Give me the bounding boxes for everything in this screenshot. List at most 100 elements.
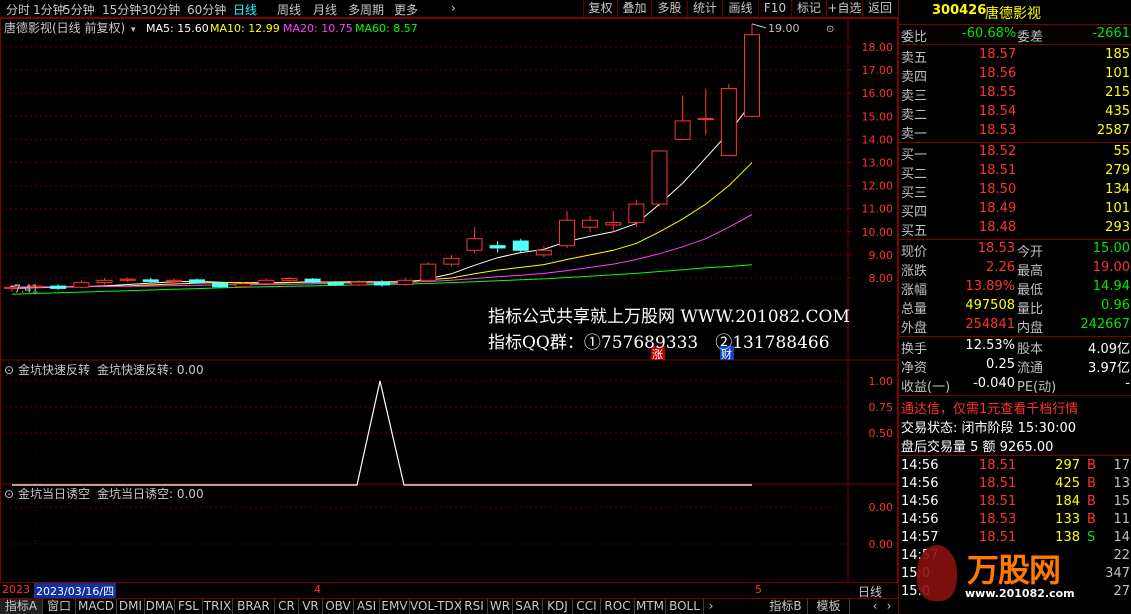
toolbar-button-4[interactable]: 画线 — [722, 0, 758, 17]
indicator-tab-12[interactable]: EMV — [380, 599, 410, 614]
indicator-tab-16[interactable]: SAR — [513, 599, 543, 614]
indicator-tab-0[interactable]: 指标A — [0, 599, 43, 614]
candle-body — [605, 222, 622, 226]
tick-direction: B — [1087, 494, 1096, 509]
candle — [720, 83, 737, 157]
indicator-tab-2[interactable]: MACD — [76, 599, 117, 614]
indicator-tab-1[interactable]: 窗口 — [43, 599, 76, 614]
logo-text: 万股网 — [967, 551, 1061, 589]
toolbar-button-2[interactable]: 多股 — [651, 0, 687, 17]
bid-price: 18.50 — [979, 182, 1017, 197]
date-bar: 2023 2023/03/16/四 4 5 日线 — [0, 583, 898, 599]
bid-price: 18.48 — [979, 220, 1017, 235]
stat-value: 2.26 — [986, 260, 1015, 275]
candle — [582, 215, 599, 232]
weibi-value: -60.68% — [962, 26, 1017, 41]
indicator-tab-4[interactable]: DMA — [145, 599, 175, 614]
ask-volume: 2587 — [1096, 123, 1130, 138]
bid-label: 买二 — [901, 167, 928, 182]
candle-body — [165, 279, 182, 282]
period-2[interactable]: 5分钟 — [63, 1, 95, 18]
period-8[interactable]: 月线 — [313, 1, 337, 18]
toolbar-button-1[interactable]: 叠加 — [617, 0, 651, 17]
candle-body — [535, 249, 552, 256]
candle-body — [212, 282, 229, 288]
tick-price: 18.51 — [979, 458, 1017, 473]
indicator-tab-11[interactable]: ASI — [354, 599, 380, 614]
weicha-label: 委差 — [1017, 30, 1044, 45]
toolbar-button-5[interactable]: F10 — [758, 0, 791, 17]
chart-area[interactable]: 18.00 17.00 16.00 15.00 14.00 13.00 12.00 11.00… — [0, 18, 898, 583]
period-4[interactable]: 30分钟 — [141, 1, 180, 18]
ytick-label-5: 13.00 — [862, 157, 894, 170]
stat-value: 19.00 — [1092, 260, 1130, 275]
ask-label: 卖三 — [901, 89, 928, 104]
toolbar-button-7[interactable]: +自选 — [826, 0, 862, 17]
indicator-tab-17[interactable]: KDJ — [543, 599, 573, 614]
template-tab[interactable]: 模板 — [808, 599, 850, 614]
indicator-tab-9[interactable]: VR — [299, 599, 323, 614]
indicator-tab-10[interactable]: OBV — [323, 599, 354, 614]
sub1-title: ⊙ — [4, 363, 14, 377]
period-0[interactable]: 分时 — [6, 1, 30, 18]
indicator-tab-21[interactable]: BOLL — [666, 599, 704, 614]
ma5-line — [11, 102, 753, 289]
candle — [73, 280, 90, 289]
more-arrow-icon[interactable]: › — [451, 1, 456, 15]
tabs-scroll-arrow-icon[interactable]: › — [704, 599, 718, 614]
candle-body — [96, 279, 113, 284]
indicator-tab-18[interactable]: CCI — [573, 599, 601, 614]
period-5[interactable]: 60分钟 — [187, 1, 226, 18]
stat-label: 量比 — [1017, 302, 1044, 317]
watermark-line1: 指标公式共享就上万股网 WWW.201082.COM — [488, 307, 850, 327]
kline-chart[interactable]: 18.00 17.00 16.00 15.00 14.00 13.00 12.00 11.00… — [0, 18, 898, 583]
scroll-left-icon[interactable]: ‹ — [868, 599, 882, 614]
tick-row: 14:56 18.53 133 B 11 — [899, 511, 1131, 529]
toolbar-button-0[interactable]: 复权 — [583, 0, 617, 17]
ma-label-3: MA60: 8.57 — [355, 22, 418, 35]
sub1-name: 金坑快速反转 — [18, 362, 90, 377]
indicator-tab-13[interactable]: VOL-TDX — [410, 599, 462, 614]
indicator-tab-7[interactable]: BRAR — [233, 599, 275, 614]
divider — [899, 395, 1131, 396]
stat-label: 最低 — [1017, 283, 1044, 298]
tick-count: 13 — [1113, 476, 1130, 491]
toolbar-button-3[interactable]: 统计 — [687, 0, 722, 17]
ask-volume: 101 — [1105, 66, 1130, 81]
stat-value: 15.00 — [1092, 241, 1130, 256]
promo-row[interactable]: 通达信，仅需1元查看千档行情 — [899, 397, 1131, 417]
stat-row: 总量 497508 量比 0.96 — [899, 297, 1131, 317]
period-10[interactable]: 更多 — [394, 1, 418, 18]
indicator-tab-14[interactable]: RSI — [461, 599, 488, 614]
period-9[interactable]: 多周期 — [348, 1, 384, 18]
indicator-tab-6[interactable]: TRIX — [203, 599, 233, 614]
indicator-tab-5[interactable]: FSL — [175, 599, 203, 614]
bid-volume: 293 — [1105, 220, 1130, 235]
indicator-tab-8[interactable]: CR — [275, 599, 299, 614]
indicator-tab-20[interactable]: MTM — [635, 599, 666, 614]
candle-body — [142, 279, 159, 282]
ytick-label-10: 8.00 — [869, 272, 894, 285]
period-6[interactable]: 日线 — [233, 1, 257, 18]
stat-label: 净资 — [901, 361, 928, 376]
period-3[interactable]: 15分钟 — [102, 1, 141, 18]
candle-body — [582, 219, 599, 228]
toolbar-button-6[interactable]: 标记 — [791, 0, 826, 17]
ma-label-2: MA20: 10.75 — [283, 22, 353, 35]
candle — [212, 281, 229, 288]
indicator-b-tab[interactable]: 指标B — [764, 599, 808, 614]
period-1[interactable]: 1分钟 — [33, 1, 65, 18]
ask-price: 18.54 — [979, 104, 1017, 119]
bid-volume: 101 — [1105, 201, 1130, 216]
stat-label: 内盘 — [1017, 321, 1044, 336]
candle-body — [235, 283, 252, 288]
toolbar-button-8[interactable]: 返回 — [862, 0, 897, 17]
indicator-tab-19[interactable]: ROC — [601, 599, 635, 614]
candle-body — [720, 88, 737, 157]
indicator-tab-3[interactable]: DMI — [117, 599, 145, 614]
stat-label: 换手 — [901, 342, 928, 357]
indicator-tab-15[interactable]: WR — [488, 599, 513, 614]
scroll-right-icon[interactable]: › — [882, 599, 896, 614]
period-7[interactable]: 周线 — [277, 1, 301, 18]
trade-status: 交易状态: 闭市阶段 15:30:00 — [901, 421, 1077, 436]
